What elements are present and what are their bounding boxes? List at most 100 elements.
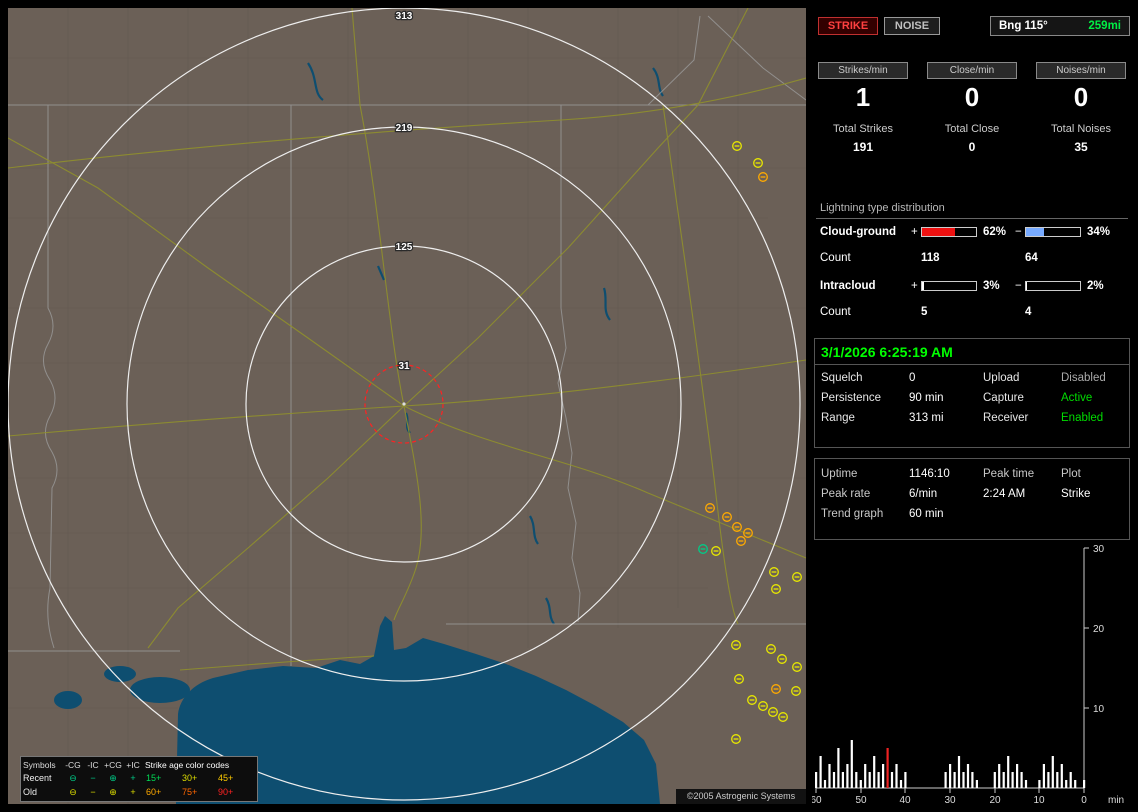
- range-ring-label: 125: [396, 242, 413, 253]
- intracloud-count-row: Count 5 4: [812, 306, 1134, 320]
- legend-row-old: Old ⊖ − ⊕ + 60+ 75+ 90+: [23, 785, 255, 799]
- status-panel: STRIKE NOISE Bng 115° 259mi Strikes/min …: [812, 8, 1134, 804]
- map-legend: Symbols -CG -IC +CG +IC Strike age color…: [20, 756, 258, 802]
- close-per-min-button[interactable]: Close/min: [927, 62, 1017, 79]
- current-timestamp: 3/1/2026 6:25:19 AM: [815, 339, 1129, 365]
- cg-negative-count: 64: [1025, 252, 1038, 264]
- strikes-per-min-value: 1: [855, 82, 871, 112]
- ic-negative-pct: 2%: [1087, 280, 1104, 292]
- age-code: 75+: [182, 787, 198, 797]
- range-value: 313 mi: [909, 412, 944, 424]
- session-section: Uptime 1146:10 Peak time Plot Peak rate …: [814, 458, 1130, 540]
- x-axis-unit: min: [1108, 795, 1124, 804]
- legend-type-header: -IC: [87, 759, 99, 770]
- trend-graph-label: Trend graph: [821, 508, 884, 520]
- age-code: 90+: [218, 787, 234, 797]
- peak-time-label: Peak time: [983, 468, 1035, 480]
- cg-positive-pct: 62%: [983, 226, 1007, 238]
- bearing-label: Bng 115°: [999, 20, 1048, 32]
- peak-rate-value: 6/min: [909, 488, 938, 500]
- squelch-label: Squelch: [821, 372, 863, 384]
- legend-type-header: -CG: [65, 759, 81, 770]
- cg-negative-bar: [1025, 227, 1081, 237]
- plus-sign: +: [911, 226, 918, 238]
- uptime-value: 1146:10: [909, 468, 950, 480]
- count-label: Count: [820, 306, 851, 318]
- persistence-value: 90 min: [909, 392, 944, 404]
- legend-row-label: Recent: [23, 773, 52, 783]
- cg-plus-icon: ⊕: [109, 772, 117, 783]
- total-noises-value: 35: [1074, 140, 1088, 154]
- capture-label: Capture: [983, 392, 1024, 404]
- minus-sign: −: [1015, 226, 1022, 238]
- range-label: Range: [821, 412, 855, 424]
- cloud-ground-row: Cloud-ground + 62% − 34%: [812, 226, 1134, 240]
- y-tick-30: 30: [1093, 544, 1105, 555]
- lightning-map[interactable]: 313 219 125 31: [8, 8, 806, 804]
- receiver-label: Receiver: [983, 412, 1029, 424]
- x-tick-30: 30: [944, 795, 956, 804]
- ic-plus-icon: +: [130, 773, 136, 783]
- ic-minus-icon: −: [90, 787, 96, 797]
- trend-graph-window: 60 min: [909, 508, 944, 520]
- age-code: 15+: [146, 773, 162, 783]
- trend-bars: [815, 740, 1086, 788]
- cloud-ground-count-row: Count 118 64: [812, 252, 1134, 266]
- cg-negative-pct: 34%: [1087, 226, 1111, 238]
- range-ring-label: 31: [398, 361, 410, 372]
- bearing-readout: Bng 115° 259mi: [990, 16, 1130, 36]
- ic-minus-icon: −: [90, 773, 96, 783]
- noises-column: Noises/min 0 Total Noises 35: [1036, 62, 1126, 154]
- strikes-column: Strikes/min 1 Total Strikes 191: [818, 62, 908, 154]
- legend-type-header: +IC: [126, 759, 140, 770]
- plot-value: Strike: [1061, 488, 1091, 500]
- ic-positive-count: 5: [921, 306, 928, 318]
- peak-time-value: 2:24 AM: [983, 488, 1026, 500]
- legend-row-label: Old: [23, 787, 38, 797]
- trend-axes: [815, 547, 1089, 793]
- x-tick-60: 60: [812, 795, 822, 804]
- cg-positive-bar: [921, 227, 977, 237]
- range-ring-label: 313: [396, 11, 413, 22]
- legend-row-recent: Recent ⊖ − ⊕ + 15+ 30+ 45+: [23, 771, 255, 785]
- copyright-notice: ©2005 Astrogenic Systems: [676, 789, 806, 804]
- total-noises-label: Total Noises: [1051, 123, 1111, 135]
- x-tick-50: 50: [855, 795, 867, 804]
- count-label: Count: [820, 252, 851, 264]
- total-close-value: 0: [968, 140, 976, 154]
- total-close-label: Total Close: [944, 123, 1000, 135]
- x-tick-40: 40: [899, 795, 911, 804]
- receiver-location-marker: [402, 402, 406, 406]
- y-tick-10: 10: [1093, 704, 1105, 715]
- peak-rate-label: Peak rate: [821, 488, 871, 500]
- cloud-ground-label: Cloud-ground: [820, 226, 897, 238]
- persistence-label: Persistence: [821, 392, 882, 404]
- minus-sign: −: [1015, 280, 1022, 292]
- bearing-distance: 259mi: [1088, 20, 1121, 32]
- uptime-label: Uptime: [821, 468, 858, 480]
- cg-plus-icon: ⊕: [109, 786, 117, 797]
- legend-type-header: +CG: [104, 759, 122, 770]
- upload-label: Upload: [983, 372, 1020, 384]
- age-code: 30+: [182, 773, 198, 783]
- strikes-per-min-button[interactable]: Strikes/min: [818, 62, 908, 79]
- ic-positive-pct: 3%: [983, 280, 1000, 292]
- total-strikes-label: Total Strikes: [833, 123, 893, 135]
- capture-status: Active: [1061, 392, 1093, 404]
- noises-per-min-value: 0: [1073, 82, 1089, 112]
- range-ring-label: 219: [396, 123, 413, 134]
- x-tick-20: 20: [989, 795, 1001, 804]
- legend-symbols-header: Symbols: [23, 759, 56, 770]
- ic-plus-icon: +: [130, 787, 136, 797]
- age-code: 45+: [218, 773, 234, 783]
- plot-label: Plot: [1061, 468, 1081, 480]
- noise-mode-button[interactable]: NOISE: [884, 17, 940, 35]
- strike-mode-button[interactable]: STRIKE: [818, 17, 878, 35]
- close-per-min-value: 0: [964, 82, 980, 112]
- intracloud-row: Intracloud + 3% − 2%: [812, 280, 1134, 294]
- close-column: Close/min 0 Total Close 0: [927, 62, 1017, 154]
- map-svg: 313 219 125 31: [8, 8, 806, 804]
- noises-per-min-button[interactable]: Noises/min: [1036, 62, 1126, 79]
- ic-negative-bar: [1025, 281, 1081, 291]
- age-code: 60+: [146, 787, 162, 797]
